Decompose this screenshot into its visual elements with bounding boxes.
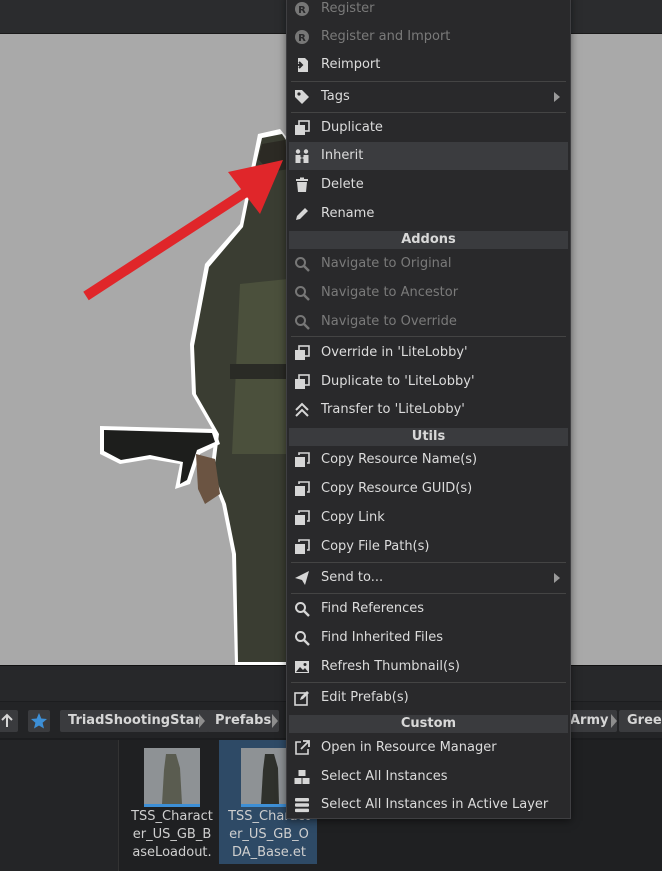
red-annotation-arrow	[83, 160, 283, 301]
